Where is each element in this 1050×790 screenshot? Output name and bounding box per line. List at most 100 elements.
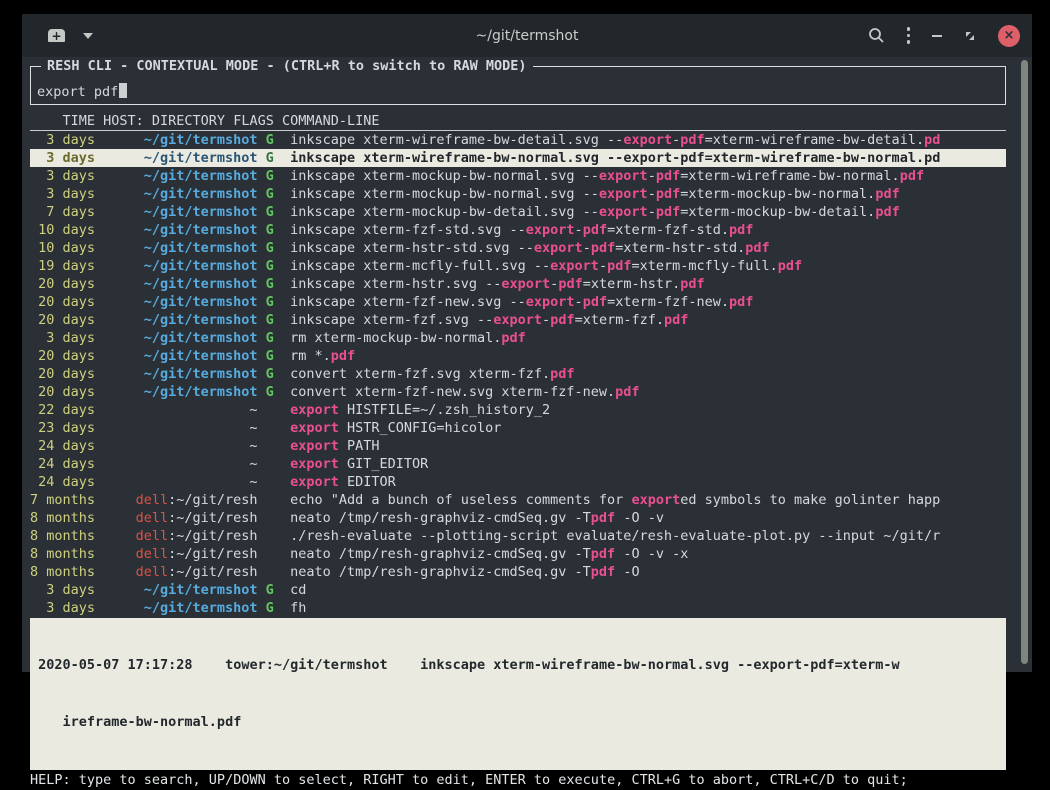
row-location-part: :~/git/resh xyxy=(168,546,257,562)
row-command-part: =xterm-mockup-bw-detail. xyxy=(680,204,875,220)
row-time: 3 days xyxy=(30,167,95,185)
row-command-match: pdf xyxy=(591,564,615,580)
row-location-part: ~ xyxy=(249,420,257,436)
row-command: rm xterm-mockup-bw-normal.pdf xyxy=(274,330,526,346)
row-command-part: inkscape xterm-fzf.svg -- xyxy=(290,312,493,328)
row-flags: G xyxy=(258,329,274,347)
history-row[interactable]: 20 days~/git/termshotGinkscape xterm-fzf… xyxy=(30,293,1006,311)
history-row[interactable]: 8 monthsdell:~/git/reshneato /tmp/resh-g… xyxy=(30,545,1006,563)
terminal-window: + ~/git/termshot xyxy=(22,14,1032,672)
row-location-part: ~/git/termshot xyxy=(144,276,258,292)
row-command-match: pd xyxy=(924,132,940,148)
row-command-match: pdf xyxy=(680,276,704,292)
row-location: ~/git/termshot xyxy=(95,275,258,293)
row-command-match: pdf xyxy=(331,348,355,364)
row-command-match: pdf xyxy=(607,258,631,274)
row-location: ~/git/termshot xyxy=(95,311,258,329)
row-command-match: pdf xyxy=(550,366,574,382)
search-icon xyxy=(868,27,885,44)
row-command-part: cd xyxy=(290,582,306,598)
history-row[interactable]: 8 monthsdell:~/git/reshneato /tmp/resh-g… xyxy=(30,509,1006,527)
row-location: ~/git/termshot xyxy=(95,203,258,221)
history-row[interactable]: 22 days~export HISTFILE=~/.zsh_history_2 xyxy=(30,401,1006,419)
row-command-match: export xyxy=(599,204,648,220)
row-command: inkscape xterm-mockup-bw-normal.svg --ex… xyxy=(274,186,900,202)
row-location-part: ~/git/termshot xyxy=(144,348,258,364)
history-row[interactable]: 10 days~/git/termshotGinkscape xterm-hst… xyxy=(30,239,1006,257)
row-time: 3 days xyxy=(30,185,95,203)
row-time: 20 days xyxy=(30,293,95,311)
close-button[interactable]: × xyxy=(998,25,1020,47)
tab-dropdown-button[interactable] xyxy=(65,33,93,39)
history-row[interactable]: 19 days~/git/termshotGinkscape xterm-mcf… xyxy=(30,257,1006,275)
history-row[interactable]: 20 days~/git/termshotGinkscape xterm-fzf… xyxy=(30,311,1006,329)
row-location-part: ~/git/termshot xyxy=(144,150,258,166)
row-command: inkscape xterm-fzf.svg --export-pdf=xter… xyxy=(274,312,689,328)
history-row[interactable]: 10 days~/git/termshotGinkscape xterm-fzf… xyxy=(30,221,1006,239)
search-button[interactable] xyxy=(868,27,885,44)
row-command: export EDITOR xyxy=(274,474,396,490)
row-command: cd xyxy=(274,582,307,598)
titlebar-left: + xyxy=(34,29,264,42)
history-row[interactable]: 8 monthsdell:~/git/resh./resh-evaluate -… xyxy=(30,527,1006,545)
history-row[interactable]: 3 days~/git/termshotGcd xyxy=(30,581,1006,599)
row-command-part: inkscape xterm-mockup-bw-detail.svg -- xyxy=(290,204,599,220)
history-list: 3 days~/git/termshotGinkscape xterm-wire… xyxy=(30,131,1006,617)
history-row[interactable]: 8 monthsdell:~/git/reshneato /tmp/resh-g… xyxy=(30,563,1006,581)
restore-button[interactable] xyxy=(964,30,976,42)
row-command-part: inkscape xterm-wireframe-bw-normal.svg -… xyxy=(290,150,623,166)
row-command-part: - xyxy=(672,132,680,148)
history-row[interactable]: 20 days~/git/termshotGconvert xterm-fzf.… xyxy=(30,365,1006,383)
row-time: 3 days xyxy=(30,581,95,599)
terminal-screen: RESH CLI - CONTEXTUAL MODE - (CTRL+R to … xyxy=(22,57,1032,672)
row-command-part: HSTR_CONFIG=hicolor xyxy=(339,420,502,436)
row-command: neato /tmp/resh-graphviz-cmdSeq.gv -Tpdf… xyxy=(274,564,640,580)
row-command-part: HISTFILE=~/.zsh_history_2 xyxy=(339,402,550,418)
row-command: export GIT_EDITOR xyxy=(274,456,428,472)
history-row[interactable]: 23 days~export HSTR_CONFIG=hicolor xyxy=(30,419,1006,437)
row-command-part: - xyxy=(575,294,583,310)
history-row[interactable]: 20 days~/git/termshotGinkscape xterm-hst… xyxy=(30,275,1006,293)
restore-icon xyxy=(964,30,976,42)
row-command-match: export xyxy=(599,186,648,202)
history-row-selected[interactable]: 3 days~/git/termshotGinkscape xterm-wire… xyxy=(30,149,1006,167)
history-row[interactable]: 7 days~/git/termshotGinkscape xterm-mock… xyxy=(30,203,1006,221)
new-tab-button[interactable]: + xyxy=(34,29,65,42)
row-time: 10 days xyxy=(30,239,95,257)
row-command-part: inkscape xterm-fzf-std.svg -- xyxy=(290,222,526,238)
row-command-part: GIT_EDITOR xyxy=(339,456,428,472)
history-row[interactable]: 20 days~/git/termshotGconvert xterm-fzf-… xyxy=(30,383,1006,401)
search-input[interactable]: export pdf xyxy=(37,83,127,100)
row-command-part: convert xterm-fzf.svg xterm-fzf. xyxy=(290,366,550,382)
row-location: ~/git/termshot xyxy=(95,329,258,347)
row-location-part: dell xyxy=(136,510,169,526)
menu-button[interactable] xyxy=(907,27,911,44)
row-command-part: =xterm-wireframe-bw-detail. xyxy=(705,132,924,148)
history-row[interactable]: 3 days~/git/termshotGrm xterm-mockup-bw-… xyxy=(30,329,1006,347)
minimize-button[interactable] xyxy=(932,35,942,37)
table-header: TIME HOST: DIRECTORY FLAGS COMMAND-LINE xyxy=(30,113,1006,131)
row-command: inkscape xterm-hstr-std.svg --export-pdf… xyxy=(274,240,770,256)
history-row[interactable]: 3 days~/git/termshotGinkscape xterm-wire… xyxy=(30,131,1006,149)
history-row[interactable]: 3 days~/git/termshotGinkscape xterm-mock… xyxy=(30,167,1006,185)
row-command: inkscape xterm-wireframe-bw-normal.svg -… xyxy=(274,150,941,166)
row-time: 10 days xyxy=(30,221,95,239)
history-row[interactable]: 3 days~/git/termshotGfh xyxy=(30,599,1006,617)
row-command-match: export xyxy=(526,294,575,310)
history-row[interactable]: 7 monthsdell:~/git/reshecho "Add a bunch… xyxy=(30,491,1006,509)
history-row[interactable]: 24 days~export PATH xyxy=(30,437,1006,455)
history-row[interactable]: 24 days~export GIT_EDITOR xyxy=(30,455,1006,473)
row-time: 3 days xyxy=(30,329,95,347)
scrollbar-thumb[interactable] xyxy=(1021,60,1028,664)
row-location: dell:~/git/resh xyxy=(95,527,258,545)
row-location-part: ~/git/termshot xyxy=(144,582,258,598)
row-location: ~/git/termshot xyxy=(95,581,258,599)
history-row[interactable]: 20 days~/git/termshotGrm *.pdf xyxy=(30,347,1006,365)
row-time: 22 days xyxy=(30,401,95,419)
row-command-match: export xyxy=(623,132,672,148)
history-row[interactable]: 24 days~export EDITOR xyxy=(30,473,1006,491)
text-cursor-block xyxy=(119,83,127,98)
row-command-part: inkscape xterm-mockup-bw-normal.svg -- xyxy=(290,168,599,184)
search-panel: RESH CLI - CONTEXTUAL MODE - (CTRL+R to … xyxy=(30,66,1006,105)
history-row[interactable]: 3 days~/git/termshotGinkscape xterm-mock… xyxy=(30,185,1006,203)
